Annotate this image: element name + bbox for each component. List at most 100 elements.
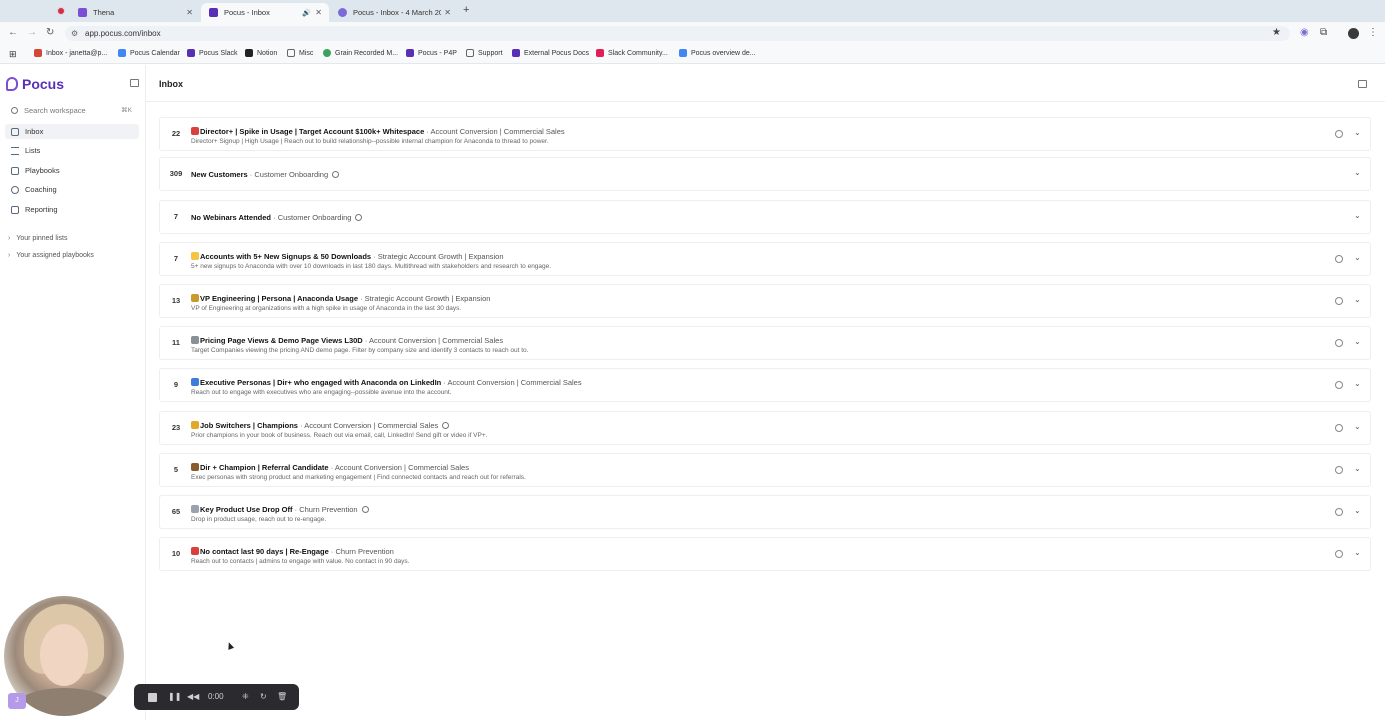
- inbox-row[interactable]: 13 VP Engineering | Persona | Anaconda Us…: [159, 284, 1371, 318]
- close-tab-icon[interactable]: ✕: [186, 8, 193, 17]
- browser-tab-pocus-inbox-march[interactable]: Pocus - Inbox - 4 March 2024 ✕: [330, 3, 458, 22]
- chevron-down-icon[interactable]: ⌄: [1354, 295, 1361, 304]
- url-field[interactable]: ⚙ app.pocus.com/inbox: [65, 26, 1290, 41]
- divider: [146, 101, 1385, 102]
- inbox-row[interactable]: 22 Director+ | Spike in Usage | Target Ac…: [159, 117, 1371, 151]
- browser-tab-pocus-inbox[interactable]: Pocus - Inbox 🔊 ✕: [201, 3, 329, 22]
- inbox-row[interactable]: 10 No contact last 90 days | Re-Engage · …: [159, 537, 1371, 571]
- chevron-down-icon[interactable]: ⌄: [1354, 168, 1361, 177]
- bookmark-notion[interactable]: Notion: [245, 49, 277, 57]
- bookmark-slack-community[interactable]: Slack Community...: [596, 49, 668, 57]
- playbook-name: Director+ | Spike in Usage | Target Acco…: [200, 127, 425, 136]
- info-icon[interactable]: [1335, 424, 1343, 432]
- info-icon[interactable]: [1335, 466, 1343, 474]
- sidebar-section-pinned-lists[interactable]: › Your pinned lists: [5, 231, 139, 246]
- chevron-down-icon[interactable]: ⌄: [1354, 211, 1361, 220]
- chevron-down-icon[interactable]: ⌄: [1354, 128, 1361, 137]
- playbook-emoji-icon: [191, 294, 199, 302]
- sidebar-item-label: Coaching: [25, 185, 57, 194]
- bookmark-pocus-slack[interactable]: Pocus Slack: [187, 49, 238, 57]
- sidebar-item-lists[interactable]: Lists: [5, 143, 139, 158]
- site-info-icon[interactable]: ⚙: [71, 26, 78, 41]
- restart-icon[interactable]: ↻: [260, 692, 267, 701]
- browser-menu-icon[interactable]: ⋮: [1368, 27, 1378, 38]
- bookmark-inbox[interactable]: Inbox - janetta@p...: [34, 49, 107, 57]
- close-tab-icon[interactable]: ✕: [315, 8, 322, 17]
- close-tab-icon[interactable]: ✕: [444, 8, 451, 17]
- info-icon[interactable]: [1335, 339, 1343, 347]
- bookmark-support[interactable]: Support: [466, 49, 503, 57]
- bookmarks-bar: ⊞ Inbox - janetta@p... Pocus Calendar Po…: [0, 45, 1385, 64]
- row-count: 10: [171, 549, 181, 558]
- row-count: 13: [171, 296, 181, 305]
- search-workspace-input[interactable]: Search workspace ⌘K: [5, 103, 135, 117]
- delete-icon[interactable]: 🗑: [277, 692, 287, 701]
- chevron-down-icon[interactable]: ⌄: [1354, 464, 1361, 473]
- bookmark-external-docs[interactable]: External Pocus Docs: [512, 49, 589, 57]
- bookmark-pocus-calendar[interactable]: Pocus Calendar: [118, 49, 180, 57]
- sidebar-section-assigned-playbooks[interactable]: › Your assigned playbooks: [5, 248, 139, 263]
- sidebar-item-coaching[interactable]: Coaching: [5, 182, 139, 197]
- apps-grid-icon[interactable]: ⊞: [9, 49, 17, 60]
- forward-icon[interactable]: →: [27, 27, 37, 38]
- bookmark-pocus-overview[interactable]: Pocus overview de...: [679, 49, 756, 57]
- info-icon[interactable]: [361, 506, 369, 513]
- info-icon[interactable]: [442, 422, 450, 429]
- inbox-row[interactable]: 23 Job Switchers | Champions · Account Co…: [159, 411, 1371, 445]
- pause-icon[interactable]: ❚❚: [168, 692, 181, 701]
- bookmark-misc[interactable]: Misc: [287, 49, 313, 57]
- chevron-down-icon[interactable]: ⌄: [1354, 422, 1361, 431]
- info-icon[interactable]: [1335, 381, 1343, 389]
- row-count: 11: [172, 338, 180, 347]
- info-icon[interactable]: [1335, 550, 1343, 558]
- info-icon[interactable]: [1335, 297, 1343, 305]
- chevron-down-icon[interactable]: ⌄: [1354, 548, 1361, 557]
- rewind-icon[interactable]: ◀◀: [187, 692, 199, 701]
- address-bar-row: ← → ↻ ⚙ app.pocus.com/inbox: [0, 22, 1385, 45]
- inbox-row[interactable]: 7 Accounts with 5+ New Signups & 50 Downl…: [159, 242, 1371, 276]
- inbox-row[interactable]: 11 Pricing Page Views & Demo Page Views L…: [159, 326, 1371, 360]
- audio-icon[interactable]: 🔊: [302, 9, 311, 17]
- sidebar-item-playbooks[interactable]: Playbooks: [5, 163, 139, 178]
- sidebar-item-reporting[interactable]: Reporting: [5, 202, 139, 217]
- recorder-avatar-badge[interactable]: J: [8, 693, 26, 709]
- inbox-row[interactable]: 65 Key Product Use Drop Off · Churn Preve…: [159, 495, 1371, 529]
- info-icon[interactable]: [1335, 130, 1343, 138]
- search-icon: [11, 106, 18, 114]
- info-icon[interactable]: [1335, 255, 1343, 263]
- back-icon[interactable]: ←: [8, 27, 18, 38]
- pocus-logo[interactable]: Pocus: [6, 76, 64, 92]
- playbook-description: Director+ Signup | High Usage | Reach ou…: [191, 138, 549, 145]
- extensions-puzzle-icon[interactable]: ⧉: [1320, 27, 1327, 38]
- chevron-down-icon[interactable]: ⌄: [1354, 506, 1361, 515]
- chevron-down-icon[interactable]: ⌄: [1354, 337, 1361, 346]
- pocus-favicon-icon: [209, 8, 218, 17]
- layout-toggle-icon[interactable]: [1358, 80, 1367, 88]
- stop-recording-button[interactable]: [148, 693, 157, 702]
- inbox-row[interactable]: 9 Executive Personas | Dir+ who engaged w…: [159, 368, 1371, 402]
- playbook-emoji-icon: [191, 336, 199, 344]
- chevron-down-icon[interactable]: ⌄: [1354, 379, 1361, 388]
- collapse-sidebar-icon[interactable]: [130, 79, 139, 87]
- row-title-line: VP Engineering | Persona | Anaconda Usag…: [191, 294, 490, 303]
- new-tab-icon[interactable]: +: [463, 4, 469, 16]
- row-count: 7: [173, 254, 179, 263]
- chevron-down-icon[interactable]: ⌄: [1354, 253, 1361, 262]
- grid-icon[interactable]: ⁜: [242, 692, 249, 701]
- info-icon[interactable]: [332, 171, 340, 178]
- inbox-row[interactable]: 5 Dir + Champion | Referral Candidate · A…: [159, 453, 1371, 487]
- profile-avatar[interactable]: [1348, 28, 1359, 39]
- inbox-row[interactable]: 7 No Webinars Attended · Customer Onboard…: [159, 200, 1371, 234]
- info-icon[interactable]: [355, 214, 363, 221]
- bookmark-star-icon[interactable]: ★: [1272, 27, 1281, 38]
- extension-icon[interactable]: ◉: [1300, 27, 1309, 38]
- inbox-row[interactable]: 309 New Customers · Customer Onboarding ⌄: [159, 157, 1371, 191]
- playbook-description: Drop in product usage, reach out to re-e…: [191, 516, 327, 523]
- reload-icon[interactable]: ↻: [46, 27, 54, 38]
- browser-tab-thena[interactable]: Thena ✕: [70, 3, 200, 22]
- bookmark-grain[interactable]: Grain Recorded M...: [323, 49, 398, 57]
- info-icon[interactable]: [1335, 508, 1343, 516]
- sidebar-item-inbox[interactable]: Inbox: [5, 124, 139, 139]
- bookmark-pocus-p4p[interactable]: Pocus - P4P: [406, 49, 457, 57]
- playbook-description: Target Companies viewing the pricing AND…: [191, 347, 529, 354]
